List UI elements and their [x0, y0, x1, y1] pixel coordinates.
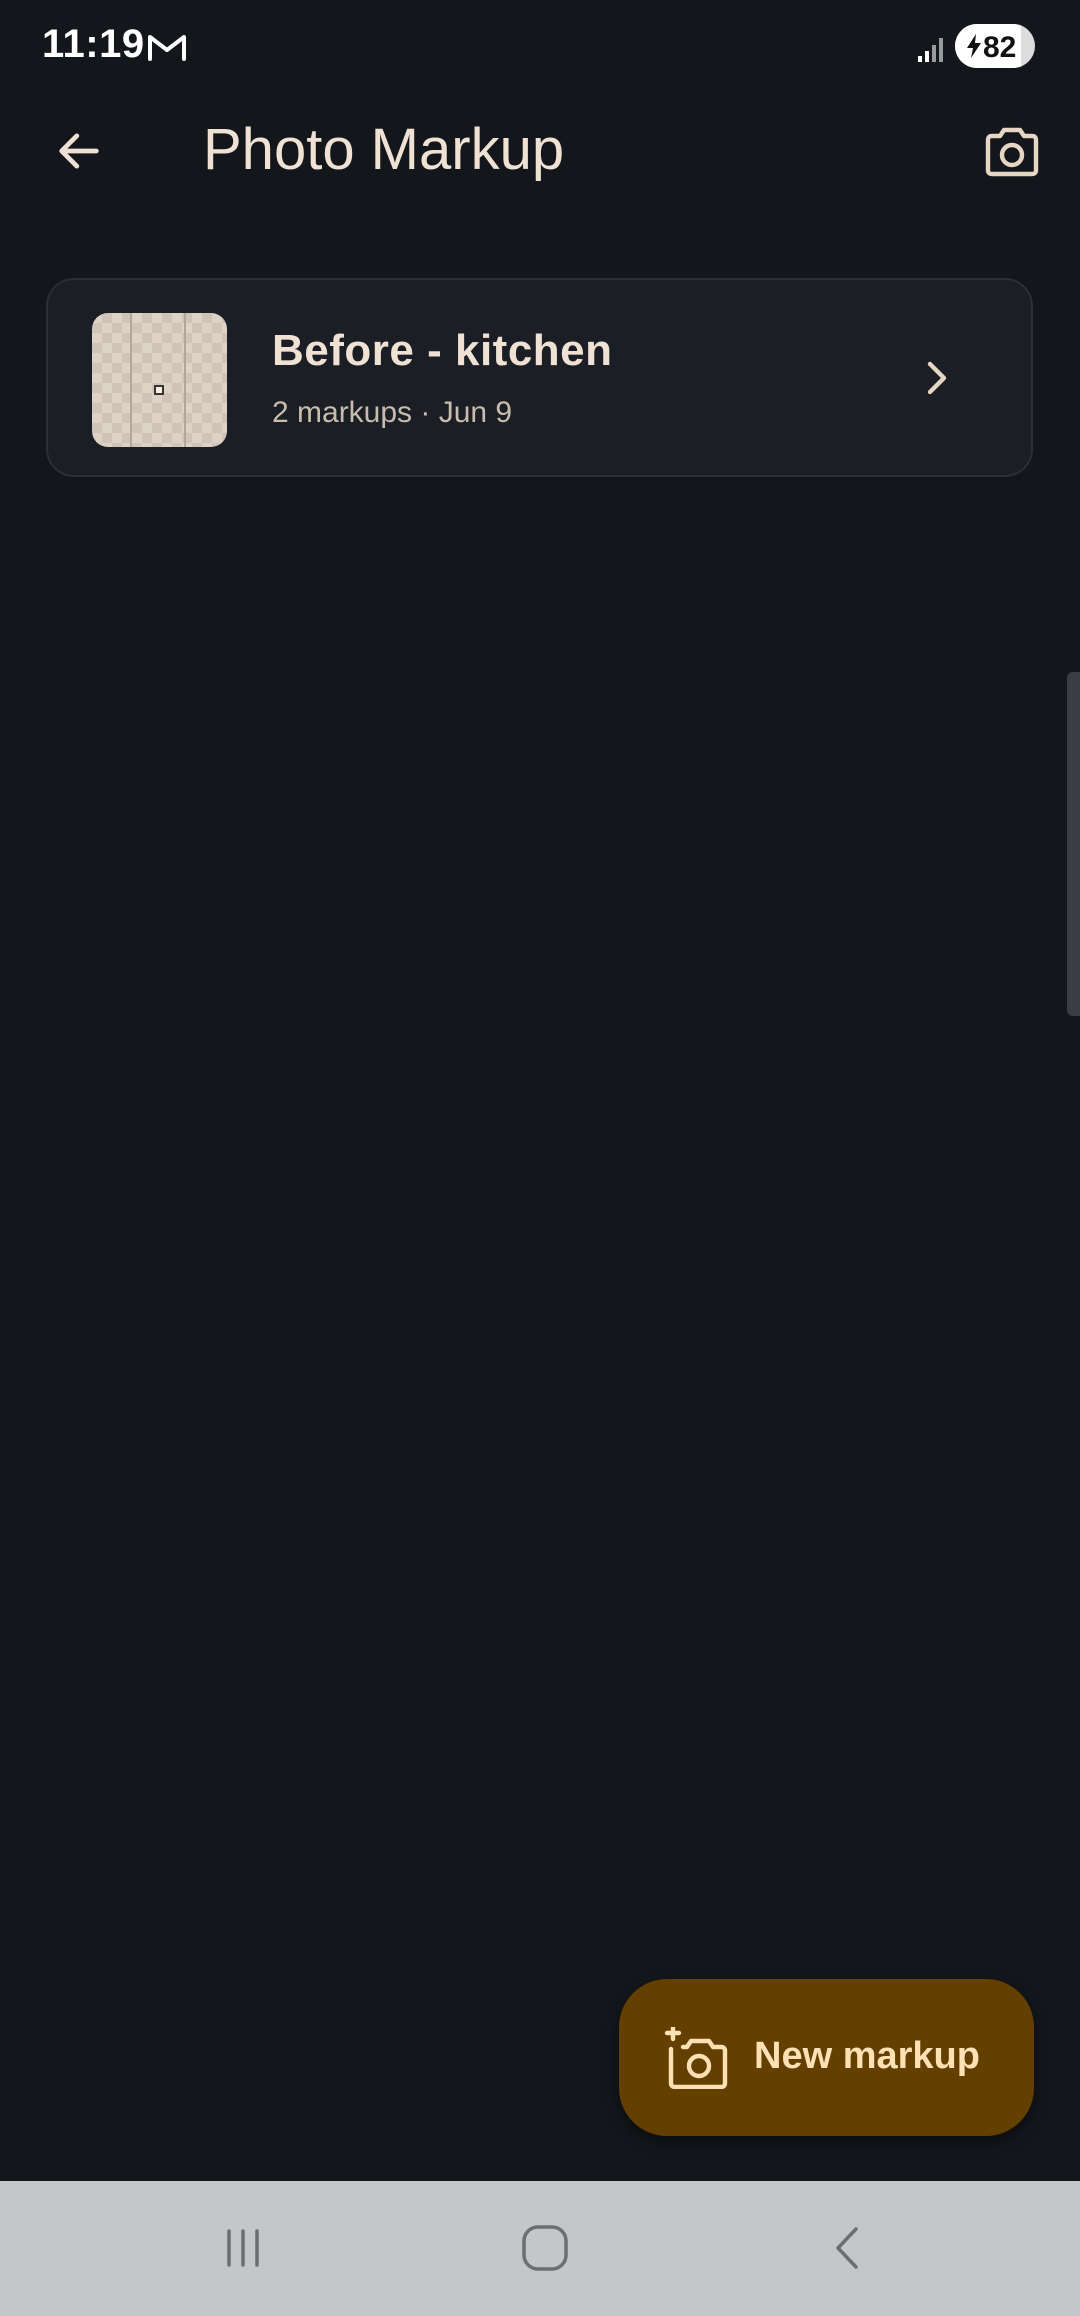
add-camera-icon	[664, 2027, 728, 2089]
markup-title: Before - kitchen	[272, 326, 613, 375]
charging-bolt-icon	[967, 34, 981, 58]
back-icon	[836, 2227, 858, 2269]
app-bar: Photo Markup	[0, 92, 1080, 212]
photo-thumbnail	[92, 313, 227, 447]
markup-subtitle: 2 markups · Jun 9	[272, 396, 513, 429]
new-markup-button[interactable]: New markup	[619, 1979, 1034, 2136]
battery-indicator: 82	[955, 24, 1035, 68]
new-markup-label: New markup	[754, 2035, 980, 2077]
back-button[interactable]	[40, 112, 118, 190]
markup-list-item[interactable]: Before - kitchen 2 markups · Jun 9	[46, 278, 1033, 477]
thumbnail-marker	[154, 385, 164, 395]
home-button[interactable]	[505, 2213, 585, 2283]
system-nav-bar	[0, 2181, 1080, 2316]
recents-button[interactable]	[203, 2213, 283, 2283]
chevron-right-icon	[927, 361, 947, 395]
camera-icon	[985, 127, 1039, 177]
battery-percent: 82	[983, 31, 1017, 64]
status-time: 11:19	[42, 22, 145, 66]
home-icon	[522, 2225, 568, 2271]
camera-button[interactable]	[972, 112, 1052, 192]
nav-back-button[interactable]	[808, 2213, 888, 2283]
recents-icon	[227, 2229, 259, 2267]
gmail-icon	[148, 35, 186, 61]
thumbnail-line	[184, 313, 186, 447]
thumbnail-line	[130, 313, 132, 447]
page-title: Photo Markup	[203, 117, 565, 182]
signal-icon	[918, 38, 943, 62]
scrollbar[interactable]	[1067, 672, 1080, 1016]
status-bar: 11:19 82	[0, 0, 1080, 92]
arrow-back-icon	[59, 133, 99, 169]
